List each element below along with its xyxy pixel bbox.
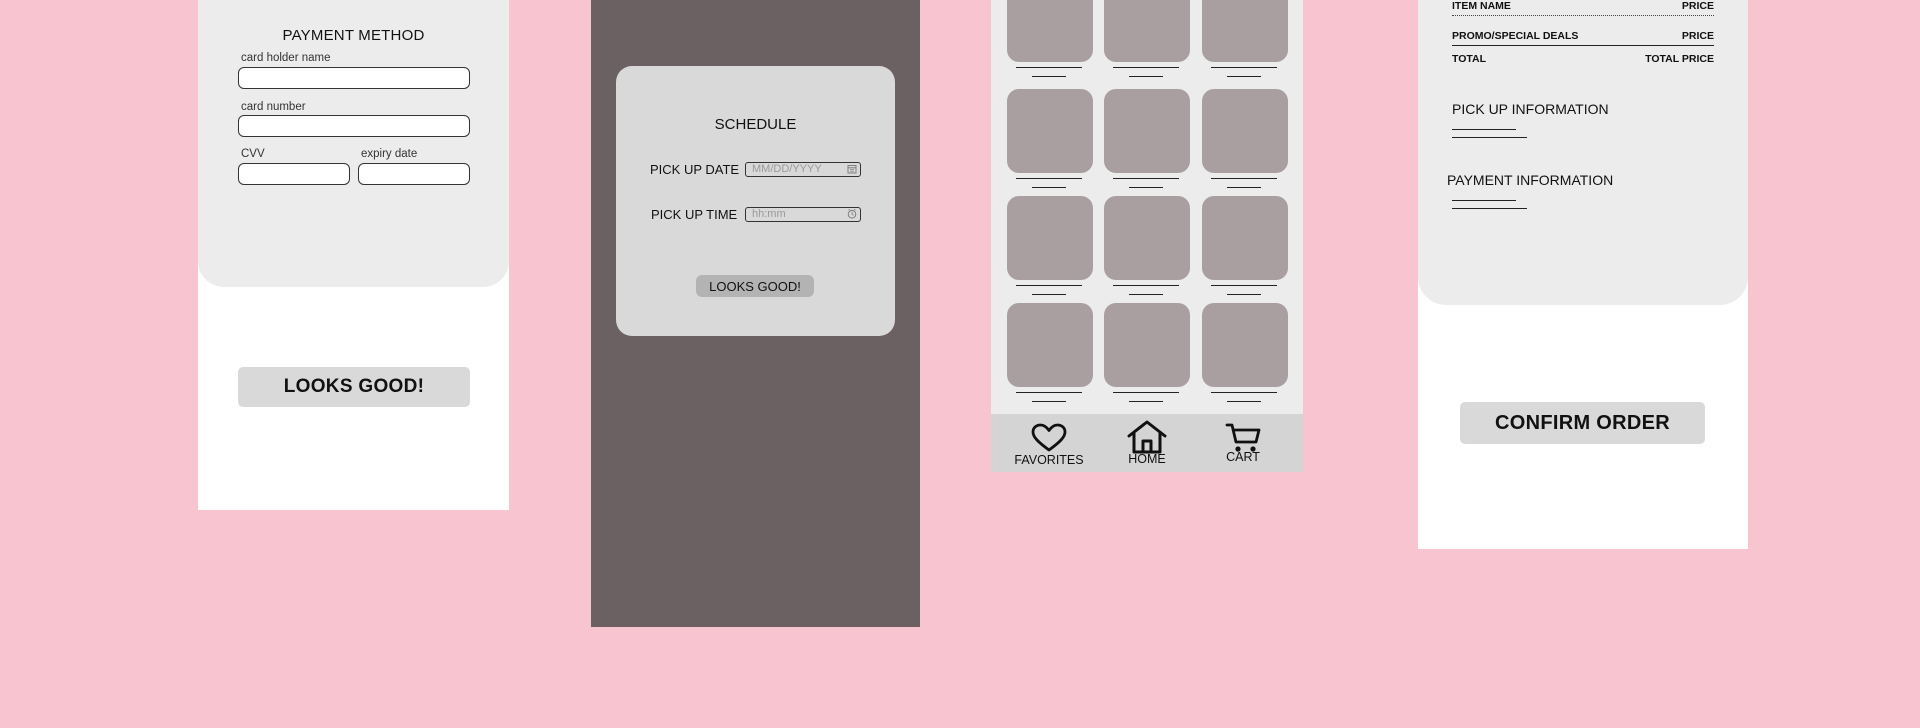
- product-name-line: [1211, 285, 1277, 286]
- payment-info-line: [1452, 200, 1516, 201]
- product-name-line: [1211, 392, 1277, 393]
- cvv-field[interactable]: [238, 163, 350, 185]
- nav-favorites[interactable]: FAVORITES: [1007, 414, 1091, 472]
- card-number-field[interactable]: [238, 115, 470, 137]
- pickup-time-placeholder: hh:mm: [752, 208, 786, 220]
- home-icon: [1127, 420, 1167, 454]
- product-tile[interactable]: [1007, 303, 1093, 387]
- pickup-info-heading: PICK UP INFORMATION: [1452, 101, 1609, 117]
- product-name-line: [1016, 285, 1082, 286]
- product-price-line: [1227, 294, 1261, 295]
- product-tile[interactable]: [1202, 303, 1288, 387]
- product-price-line: [1227, 76, 1261, 77]
- promo-row: PROMO/SPECIAL DEALS PRICE: [1452, 30, 1714, 42]
- product-price-line: [1032, 401, 1066, 402]
- schedule-title: SCHEDULE: [714, 116, 797, 133]
- product-name-line: [1113, 67, 1179, 68]
- product-name-line: [1113, 392, 1179, 393]
- divider: [1452, 45, 1714, 46]
- product-tile[interactable]: [1202, 0, 1288, 62]
- summary-panel: ITEM NAME PRICE PROMO/SPECIAL DEALS PRIC…: [1418, 0, 1748, 305]
- product-name-line: [1211, 178, 1277, 179]
- item-name: ITEM NAME: [1452, 0, 1511, 12]
- payment-info-line: [1452, 208, 1527, 209]
- pickup-time-label: PICK UP TIME: [651, 207, 738, 222]
- pickup-date-label: PICK UP DATE: [650, 162, 740, 177]
- payment-panel: PAYMENT METHOD card holder name card num…: [198, 0, 509, 287]
- product-tile[interactable]: [1104, 89, 1190, 173]
- total-price: TOTAL PRICE: [1645, 53, 1714, 65]
- looks-good-button[interactable]: LOOKS GOOD!: [238, 367, 470, 407]
- payment-screen: PAYMENT METHOD card holder name card num…: [198, 0, 509, 510]
- pickup-info-line: [1452, 137, 1527, 138]
- nav-home[interactable]: HOME: [1105, 414, 1189, 472]
- product-tile[interactable]: [1104, 0, 1190, 62]
- product-name-line: [1211, 67, 1277, 68]
- product-tile[interactable]: [1104, 196, 1190, 280]
- expiry-label: expiry date: [361, 148, 418, 160]
- nav-cart[interactable]: CART: [1201, 414, 1285, 472]
- product-name-line: [1016, 178, 1082, 179]
- product-price-line: [1032, 294, 1066, 295]
- product-price-line: [1227, 401, 1261, 402]
- product-price-line: [1129, 294, 1163, 295]
- product-tile[interactable]: [1007, 196, 1093, 280]
- total-row: TOTAL TOTAL PRICE: [1452, 53, 1714, 65]
- nav-cart-label: CART: [1226, 450, 1260, 464]
- product-name-line: [1113, 285, 1179, 286]
- cvv-label: CVV: [241, 148, 265, 160]
- expiry-field[interactable]: [358, 163, 470, 185]
- total-label: TOTAL: [1452, 53, 1487, 65]
- product-price-line: [1227, 187, 1261, 188]
- confirm-order-button[interactable]: CONFIRM ORDER: [1460, 402, 1705, 444]
- product-tile[interactable]: [1007, 0, 1093, 62]
- promo-name: PROMO/SPECIAL DEALS: [1452, 30, 1579, 42]
- divider: [1452, 15, 1714, 16]
- product-grid-screen: FAVORITES HOME CART: [991, 0, 1303, 472]
- pickup-date-placeholder: MM/DD/YYYY: [752, 163, 822, 175]
- pickup-date-input[interactable]: MM/DD/YYYY: [745, 162, 861, 177]
- nav-favorites-label: FAVORITES: [1014, 453, 1084, 467]
- nav-home-label: HOME: [1128, 452, 1166, 466]
- item-row: ITEM NAME PRICE: [1452, 0, 1714, 12]
- bottom-nav: FAVORITES HOME CART: [991, 414, 1303, 472]
- product-name-line: [1113, 178, 1179, 179]
- payment-info-heading: PAYMENT INFORMATION: [1447, 172, 1614, 188]
- pickup-time-input[interactable]: hh:mm: [745, 207, 861, 222]
- schedule-screen: SCHEDULE PICK UP DATE MM/DD/YYYY PICK UP…: [591, 0, 920, 627]
- product-price-line: [1129, 187, 1163, 188]
- card-holder-label: card holder name: [241, 52, 331, 64]
- product-price-line: [1032, 187, 1066, 188]
- looks-good-button[interactable]: LOOKS GOOD!: [696, 275, 814, 297]
- payment-title: PAYMENT METHOD: [282, 27, 425, 44]
- product-price-line: [1129, 401, 1163, 402]
- clock-icon: [847, 209, 857, 219]
- card-number-label: card number: [241, 101, 306, 113]
- product-name-line: [1016, 67, 1082, 68]
- calendar-icon: [847, 165, 857, 174]
- product-price-line: [1032, 76, 1066, 77]
- card-holder-field[interactable]: [238, 67, 470, 89]
- product-tile[interactable]: [1007, 89, 1093, 173]
- schedule-modal: SCHEDULE PICK UP DATE MM/DD/YYYY PICK UP…: [616, 66, 895, 336]
- heart-icon: [1031, 423, 1067, 452]
- product-price-line: [1129, 76, 1163, 77]
- product-tile[interactable]: [1202, 89, 1288, 173]
- product-name-line: [1016, 392, 1082, 393]
- item-price: PRICE: [1681, 0, 1714, 12]
- promo-price: PRICE: [1681, 30, 1714, 42]
- product-tile[interactable]: [1104, 303, 1190, 387]
- order-summary-screen: ITEM NAME PRICE PROMO/SPECIAL DEALS PRIC…: [1418, 0, 1748, 549]
- pickup-info-line: [1452, 129, 1516, 130]
- product-tile[interactable]: [1202, 196, 1288, 280]
